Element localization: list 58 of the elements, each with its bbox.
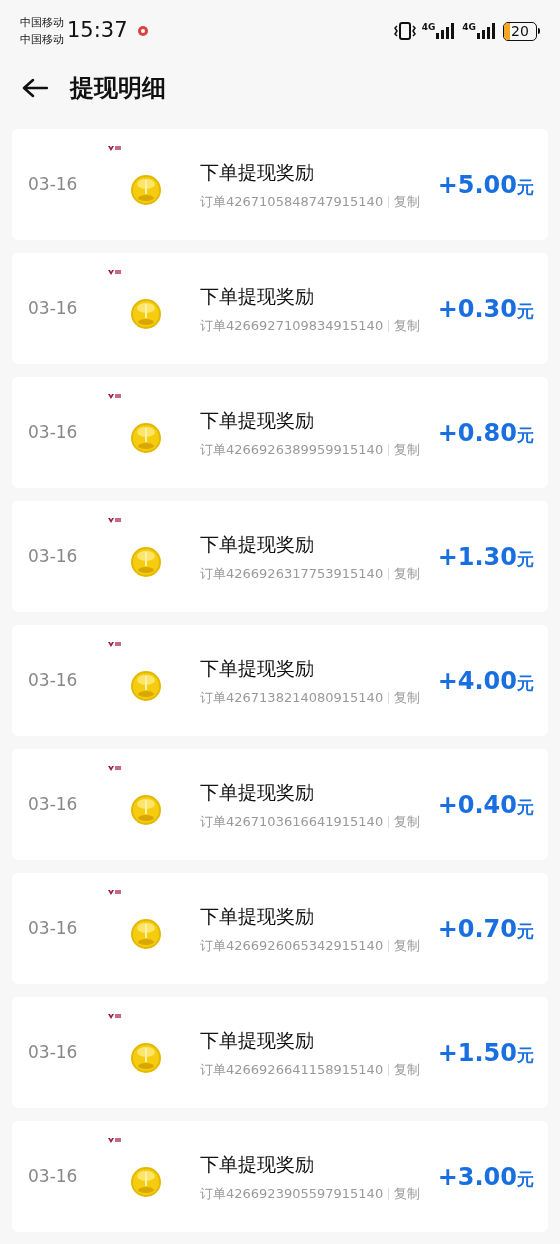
battery-fill	[504, 22, 510, 40]
record-date: 03-16	[28, 172, 79, 196]
record-date: 03-16	[28, 420, 79, 444]
order-number: 订单4266923905597915140	[200, 1185, 384, 1203]
record-date: 03-16	[28, 668, 79, 692]
copy-link[interactable]: 复制	[394, 936, 421, 956]
order-number: 订单4266926389959915140	[200, 441, 384, 459]
record-title: 下单提现奖励	[200, 903, 315, 929]
record-date: 03-16	[28, 296, 79, 320]
copy-link[interactable]: 复制	[394, 1060, 421, 1080]
order-number: 订单4267103616641915140	[200, 813, 384, 831]
copy-link[interactable]: 复制	[394, 440, 421, 460]
copy-link[interactable]: 复制	[394, 812, 421, 832]
copy-link[interactable]: 复制	[394, 688, 421, 708]
order-number: 订单4266926317753915140	[200, 565, 384, 583]
record-title: 下单提现奖励	[200, 159, 315, 185]
record-date: 03-16	[28, 792, 79, 816]
network-label: 4G	[462, 23, 476, 32]
amount: +5.00元	[437, 169, 534, 201]
record-title: 下单提现奖励	[200, 283, 315, 309]
carrier-label: 中国移动	[20, 15, 64, 31]
record-title: 下单提现奖励	[200, 1151, 315, 1177]
amount: +0.70元	[437, 913, 534, 945]
signal-icon	[436, 23, 457, 39]
amount: +0.30元	[437, 293, 534, 325]
order-number: 订单4266927109834915140	[200, 317, 384, 335]
order-number: 订单4267138214080915140	[200, 689, 384, 707]
carrier-label: 中国移动	[20, 32, 64, 48]
amount: +1.50元	[437, 1037, 534, 1069]
record-date: 03-16	[28, 544, 79, 568]
vibrate-icon	[393, 22, 416, 40]
amount: +1.30元	[437, 541, 534, 573]
order-number: 订单4266926065342915140	[200, 937, 384, 955]
amount: +3.00元	[437, 1161, 534, 1193]
back-icon[interactable]	[22, 78, 48, 98]
amount: +4.00元	[437, 665, 534, 697]
network-label: 4G	[421, 23, 436, 32]
record-title: 下单提现奖励	[200, 655, 315, 681]
amount: +0.80元	[437, 417, 534, 449]
copy-link[interactable]: 复制	[394, 192, 421, 212]
copy-link[interactable]: 复制	[394, 564, 421, 584]
signal-icon	[477, 23, 497, 39]
amount: +0.40元	[437, 789, 534, 821]
record-title: 下单提现奖励	[200, 531, 315, 557]
page-title: 提现明细	[70, 73, 166, 104]
battery-percent: 20	[511, 24, 529, 38]
record-date: 03-16	[28, 1164, 79, 1188]
clock: 15:37	[67, 17, 128, 45]
order-number: 订单4267105848747915140	[200, 193, 384, 211]
copy-link[interactable]: 复制	[394, 316, 421, 336]
record-title: 下单提现奖励	[200, 407, 315, 433]
record-date: 03-16	[28, 1040, 79, 1064]
notification-icon	[137, 26, 148, 36]
order-number: 订单4266926641158915140	[200, 1061, 384, 1079]
record-date: 03-16	[28, 916, 79, 940]
copy-link[interactable]: 复制	[394, 1184, 421, 1204]
record-title: 下单提现奖励	[200, 1027, 315, 1053]
record-title: 下单提现奖励	[200, 779, 315, 805]
